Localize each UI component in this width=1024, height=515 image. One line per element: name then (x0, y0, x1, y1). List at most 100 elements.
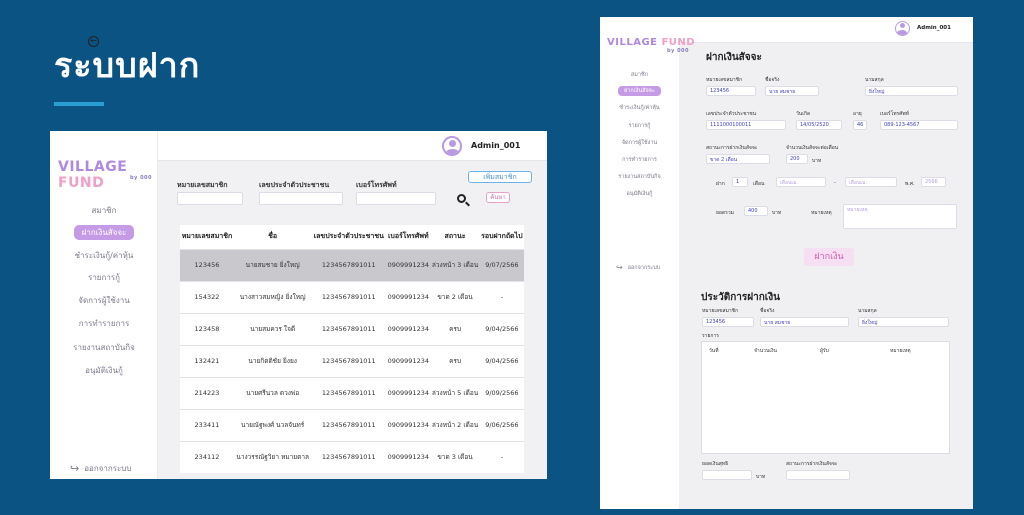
cell-status: ขาด 2 เดือน (430, 280, 480, 313)
history-last-name-field[interactable]: ยิ่งใหญ่ (858, 317, 949, 327)
member-no-label: หมายเลขสมาชิก (706, 77, 743, 83)
admin-name: Admin_001 (471, 141, 521, 150)
year-select[interactable]: 2566 (921, 177, 946, 187)
deposit-button[interactable]: ฝากเงิน (804, 248, 854, 266)
deposit-status-field[interactable]: ขาด 2 เดือน (706, 154, 770, 164)
admin-name: Admin_001 (917, 25, 951, 31)
history-member-no-field[interactable]: 123456 (702, 317, 754, 327)
search-icon[interactable] (457, 194, 466, 203)
month-from-select[interactable]: เดือนเม. (776, 177, 826, 187)
cell-phone: 0909991234 (386, 376, 431, 409)
col-member-no: หมายเลขสมาชิก (180, 225, 234, 249)
member-list-window: VILLAGE FUND by 000 สมาชิก ฝากเงินสัจจะ … (50, 131, 547, 479)
slide-title: ระบบฝาก (54, 46, 201, 86)
sidebar-item-loan-list[interactable]: รายการกู้ (50, 271, 158, 284)
history-member-no-label: หมายเลขสมาชิก (702, 308, 739, 314)
sidebar-item-user-management[interactable]: จัดการผู้ใช้งาน (600, 139, 679, 147)
add-member-button[interactable]: เพิ่มสมาชิก (468, 171, 532, 183)
year-label: พ.ศ. (905, 181, 915, 187)
sidebar-item-loan-payment[interactable]: ชำระเงินกู้/ค่าหุ้น (600, 104, 679, 112)
cell-status: ขาด 3 เดือน (430, 440, 480, 473)
phone-field[interactable]: 089-123-4567 (880, 120, 958, 130)
col-phone: เบอร์โทรศัพท์ (386, 225, 431, 249)
citizen-id-input[interactable] (259, 192, 343, 205)
sidebar-item-members[interactable]: สมาชิก (600, 71, 679, 79)
filter-label-member-no: หมายเลขสมาชิก (177, 181, 228, 189)
month-to-select[interactable]: เดือนเม. (845, 177, 897, 187)
table-row[interactable]: 154322 นางสาวสมหญิง ยิ่งใหญ่ 12345678910… (180, 280, 524, 313)
last-name-field[interactable]: ยิ่งใหญ่ (865, 86, 958, 96)
age-label: อายุ (853, 111, 862, 117)
birthdate-field[interactable]: 14/05/2520 (796, 120, 842, 130)
cell-member-no: 132421 (180, 344, 234, 377)
sidebar-item-transactions[interactable]: การทำรายการ (600, 156, 679, 164)
sidebar-item-user-management[interactable]: จัดการผู้ใช้งาน (50, 294, 158, 307)
sidebar-item-savings-deposit[interactable]: ฝากเงินสัจจะ (600, 86, 679, 96)
note-field[interactable]: หมายเหตุ (843, 204, 957, 229)
logout-button[interactable]: ↪ ออกจากระบบ (70, 462, 131, 475)
search-button[interactable]: ค้นหา (486, 192, 510, 203)
history-col-date: วันที่ (709, 348, 719, 354)
cell-member-no: 123456 (180, 248, 234, 281)
total-field[interactable]: 400 (744, 206, 768, 216)
history-status-field[interactable] (786, 470, 850, 480)
table-row[interactable]: 123458 นายสมควร ใจดี 1234567891011 09099… (180, 312, 524, 345)
table-row[interactable]: 233411 นายณัฐพงศ์ นวลจันทร์ 123456789101… (180, 408, 524, 441)
sidebar-item-loan-approval[interactable]: อนุมัติเงินกู้ (50, 364, 158, 377)
member-table: หมายเลขสมาชิก ชื่อ เลขประจำตัวประชาชน เบ… (180, 225, 524, 473)
age-field[interactable]: 46 (853, 120, 867, 130)
cell-member-no: 234112 (180, 440, 234, 473)
filter-label-phone: เบอร์โทรศัพท์ (356, 181, 397, 189)
deposit-count-field[interactable]: 1 (732, 177, 748, 187)
balance-field[interactable] (702, 470, 752, 480)
cell-next-deposit: 9/04/2566 (479, 312, 524, 345)
col-next-deposit: รอบฝากถัดไป (479, 225, 524, 249)
history-col-amount: จำนวนเงิน (754, 348, 777, 354)
avatar-icon[interactable] (895, 21, 910, 36)
sidebar-item-reports[interactable]: รายงานสถาบันกิจ (50, 341, 158, 354)
back-arrow-icon[interactable]: ← (88, 36, 99, 47)
sidebar-item-loan-payment[interactable]: ชำระเงินกู้/ค่าหุ้น (50, 249, 158, 262)
cell-phone: 0909991234 (386, 248, 431, 281)
cell-citizen-id: 1234567891011 (311, 280, 387, 313)
history-first-name-field[interactable]: นาย สมชาย (760, 317, 849, 327)
cell-citizen-id: 1234567891011 (311, 440, 387, 473)
history-last-name-label: นามสกุล (858, 308, 877, 314)
history-first-name-label: ชื่อจริง (760, 308, 775, 314)
month-label: เดือน (753, 181, 765, 187)
cell-status: ครบ (430, 344, 480, 377)
village-fund-logo: VILLAGE FUND by 000 (607, 37, 696, 54)
monthly-amount-field[interactable]: 200 (786, 154, 808, 164)
history-col-note: หมายเหตุ (890, 348, 911, 354)
citizen-id-label: เลขประจำตัวประชาชน (706, 111, 757, 117)
member-no-input[interactable] (177, 192, 243, 205)
phone-label: เบอร์โทรศัพท์ (880, 111, 910, 117)
cell-status: ล่วงหน้า 3 เดือน (430, 248, 480, 281)
table-row[interactable]: 214223 นายศรีนวล ดวงพ่อ 1234567891011 09… (180, 376, 524, 409)
member-no-field[interactable]: 123456 (706, 86, 756, 96)
balance-label: ยอดเงินสุทธิ (702, 461, 729, 467)
total-baht-label: บาท (772, 210, 782, 216)
col-status: สถานะ (430, 225, 480, 249)
deposit-count-label: ฝาก (716, 181, 725, 187)
sidebar-item-reports[interactable]: รายงานสถาบันกิจ (600, 173, 679, 181)
history-table: วันที่ จำนวนเงิน ผู้รับ หมายเหตุ (701, 341, 950, 454)
logout-button[interactable]: ↪ ออกจากระบบ (616, 263, 660, 272)
first-name-field[interactable]: นาย สมชาย (765, 86, 819, 96)
citizen-id-field[interactable]: 1111000100011 (706, 120, 786, 130)
sidebar-item-transactions[interactable]: การทำรายการ (50, 317, 158, 330)
cell-citizen-id: 1234567891011 (311, 248, 387, 281)
table-row[interactable]: 123456 นายสมชาย ยิ่งใหญ่ 1234567891011 0… (180, 248, 524, 281)
deposit-status-label: สถานะการฝากเงินสัจจะ (706, 145, 758, 151)
sidebar-item-savings-deposit[interactable]: ฝากเงินสัจจะ (50, 225, 158, 240)
table-row[interactable]: 132421 นายกิตติชัย ยิ่งยง 1234567891011 … (180, 344, 524, 377)
cell-next-deposit: 9/04/2566 (479, 344, 524, 377)
sidebar-item-loan-approval[interactable]: อนุมัติเงินกู้ (600, 190, 679, 198)
phone-input[interactable] (356, 192, 436, 205)
cell-name: นายสมชาย ยิ่งใหญ่ (233, 248, 312, 281)
sidebar-item-members[interactable]: สมาชิก (50, 204, 158, 217)
avatar-icon[interactable] (442, 136, 462, 156)
baht-label: บาท (812, 158, 822, 164)
sidebar-item-loan-list[interactable]: รายการกู้ (600, 122, 679, 130)
table-row[interactable]: 234112 นางวรรณัฐวิยา หมายตาล 12345678910… (180, 440, 524, 473)
